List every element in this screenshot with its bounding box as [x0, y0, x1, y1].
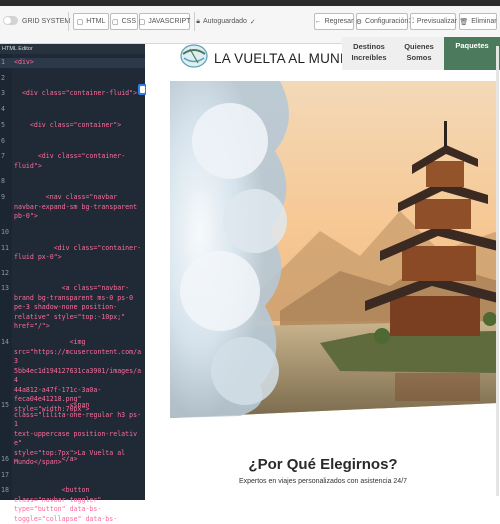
nav-link-paquetes[interactable]: Paquetes [444, 37, 500, 70]
gear-icon: ⚙ [355, 18, 363, 26]
code-line[interactable]: 4 [0, 105, 145, 115]
line-number: 12 [1, 268, 9, 277]
code-text: <div class="container"> [14, 120, 122, 129]
trash-icon: 🗑︎ [459, 18, 469, 26]
expand-icon: ⛶ [409, 17, 414, 25]
site-preview[interactable]: LA VUELTA AL MUNDO Destinos Increíbles Q… [146, 37, 500, 500]
line-number: 13 [1, 284, 9, 293]
code-line[interactable]: 2 [0, 74, 145, 84]
tab-css[interactable]: ▢ CSS [110, 13, 138, 30]
line-number: 5 [1, 120, 5, 129]
line-number: 1 [1, 58, 5, 66]
globe-logo-icon[interactable] [179, 43, 209, 69]
nav-link-destinos[interactable]: Destinos Increíbles [346, 41, 392, 63]
autosave-status: 🔒︎ Autoguardado ✓ [196, 13, 256, 30]
code-line[interactable]: 17 [0, 471, 145, 481]
window-top-band [0, 0, 500, 6]
code-line[interactable]: 3 <div class="container-fluid"> [0, 89, 145, 99]
nav-link-quienes-somos[interactable]: Quienes Somos [396, 41, 442, 63]
code-file-icon: ▢ [138, 18, 146, 26]
line-number: 6 [1, 136, 5, 145]
preview-label: Previsualizar [416, 18, 457, 25]
section-heading: ¿Por Qué Elegirnos? [248, 456, 398, 473]
code-text: <div class="container-fluid"> [14, 89, 138, 98]
code-text: <button class="navbar-toggler" type="but… [14, 486, 118, 523]
code-line[interactable]: 12 [0, 269, 145, 279]
line-number: 17 [1, 470, 9, 479]
code-line[interactable]: 15 <span class="lilita-one-regular h3 ps… [0, 401, 145, 466]
line-number: 10 [1, 227, 9, 236]
code-text: <a class="navbar- brand bg-transparent m… [14, 284, 134, 331]
code-file-icon: ▢ [111, 18, 119, 26]
code-line[interactable]: 8 [0, 177, 145, 187]
delete-label: Eliminar [471, 18, 497, 25]
line-number: 15 [1, 401, 9, 410]
toolbar-divider [194, 12, 195, 31]
code-line[interactable]: 14 <img src="https://mcusercontent.com/a… [0, 338, 145, 413]
code-line[interactable]: 1 <div> [0, 58, 145, 68]
back-label: Regresar [324, 18, 354, 25]
code-text: <nav class="navbar navbar-expand-sm bg-t… [14, 193, 138, 221]
preview-scrollbar[interactable] [496, 46, 499, 496]
site-navbar: LA VUELTA AL MUNDO Destinos Increíbles Q… [146, 37, 500, 72]
grid-system-label: GRID SYSTEM [22, 18, 71, 25]
section-subheading: Expertos en viajes personalizados con as… [238, 478, 408, 485]
line-number: 11 [1, 243, 9, 252]
line-number: 3 [1, 89, 5, 98]
tab-javascript[interactable]: ▢ JAVASCRIPT [139, 13, 190, 30]
arrow-left-icon: ← [314, 18, 322, 25]
line-number: 16 [1, 455, 9, 463]
tab-html-label: HTML [86, 18, 106, 25]
code-text: <div class="container- fluid"> [14, 152, 126, 170]
line-number: 9 [1, 193, 5, 202]
lock-icon: 🔒︎ [196, 17, 200, 25]
delete-button[interactable]: 🗑︎ Eliminar [459, 13, 497, 30]
line-number: 4 [1, 105, 5, 114]
hero-image [170, 81, 498, 418]
line-number: 8 [1, 177, 5, 186]
code-text: <div class="container- fluid px-0"> [14, 243, 142, 262]
check-icon: ✓ [249, 18, 256, 26]
code-file-icon: ▢ [76, 18, 84, 26]
code-line[interactable]: 11 <div class="container- fluid px-0"> [0, 244, 145, 263]
toolbar-divider [68, 12, 69, 31]
code-line[interactable]: 6 [0, 137, 145, 147]
code-text: <div> [14, 58, 34, 66]
line-number: 18 [1, 486, 9, 495]
back-button[interactable]: ← Regresar [314, 13, 354, 30]
grid-system-toggle[interactable] [3, 16, 18, 25]
editor-title: HTML Editor [0, 44, 145, 54]
settings-label: Configuración [365, 18, 409, 25]
settings-button[interactable]: ⚙ Configuración [356, 13, 408, 30]
code-line[interactable]: 5 <div class="container"> [0, 121, 145, 131]
pagoda-landscape-image [170, 81, 498, 418]
site-brand[interactable]: LA VUELTA AL MUNDO [214, 51, 361, 66]
tab-css-label: CSS [121, 18, 137, 25]
tab-javascript-label: JAVASCRIPT [148, 18, 191, 25]
code-line[interactable]: 7 <div class="container- fluid"> [0, 152, 145, 171]
line-number: 2 [1, 73, 5, 82]
code-line[interactable]: 18 <button class="navbar-toggler" type="… [0, 486, 145, 524]
code-line[interactable]: 9 <nav class="navbar navbar-expand-sm bg… [0, 193, 145, 222]
preview-button[interactable]: ⛶ Previsualizar [409, 13, 457, 30]
line-number: 14 [1, 338, 9, 347]
code-line[interactable]: 13 <a class="navbar- brand bg-transparen… [0, 284, 145, 332]
tab-html[interactable]: ▢ HTML [73, 13, 109, 30]
code-text: </a> [14, 455, 78, 463]
line-number: 7 [1, 152, 5, 161]
autosave-label: Autoguardado [202, 18, 247, 25]
code-line[interactable]: 16 </a> [0, 455, 145, 465]
html-editor-panel[interactable]: HTML Editor 1 <div> 2 3 <div class="contain… [0, 44, 147, 523]
code-line[interactable]: 10 [0, 228, 145, 238]
